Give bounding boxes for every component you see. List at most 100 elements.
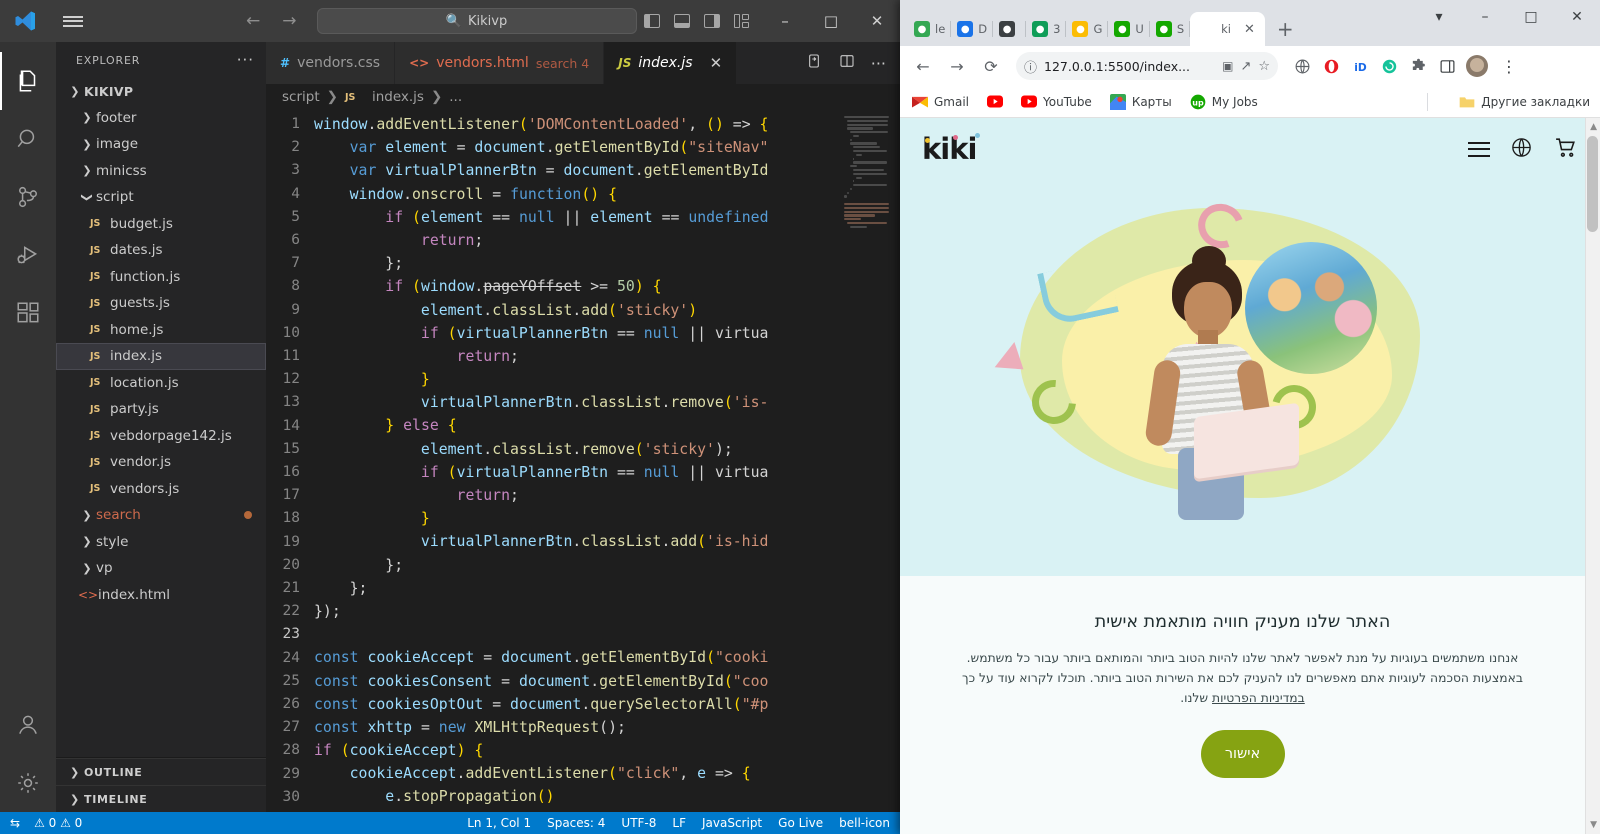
- split-editor-icon[interactable]: [807, 53, 823, 73]
- tree-item-search[interactable]: ❯ search: [56, 502, 266, 529]
- breadcrumb-item-file[interactable]: index.js: [372, 89, 424, 105]
- status-item[interactable]: bell-icon: [839, 816, 890, 830]
- cookie-accept-button[interactable]: אישור: [1200, 730, 1285, 778]
- tree-item-image[interactable]: ❯ image: [56, 131, 266, 158]
- kiki-logo[interactable]: kiki: [922, 132, 980, 166]
- new-tab-button[interactable]: +: [1277, 17, 1294, 41]
- bookmark-other-folder[interactable]: Другие закладки: [1459, 94, 1590, 110]
- activity-settings-gear-icon[interactable]: [0, 754, 56, 812]
- vscode-minimize-button[interactable]: –: [762, 0, 808, 42]
- browser-minimize-button[interactable]: –: [1462, 0, 1508, 34]
- tree-item-footer[interactable]: ❯ footer: [56, 105, 266, 132]
- vscode-menu-button[interactable]: [50, 13, 96, 29]
- browser-back-button[interactable]: ←: [908, 51, 938, 81]
- explorer-more-actions-icon[interactable]: ···: [237, 51, 254, 69]
- editor-tab-vendors-css[interactable]: # vendors.css: [266, 42, 396, 84]
- split-editor-right-icon[interactable]: [839, 53, 855, 73]
- browser-tab-1[interactable]: ● D: [951, 12, 994, 46]
- breadcrumb[interactable]: script ❯ JS index.js ❯ ...: [266, 84, 900, 110]
- vscode-back-button[interactable]: ←: [246, 11, 260, 31]
- browser-tab-6[interactable]: ● S: [1150, 12, 1191, 46]
- activity-source-control-icon[interactable]: [0, 168, 56, 226]
- cart-icon[interactable]: [1553, 135, 1578, 164]
- browser-close-button[interactable]: ✕: [1554, 0, 1600, 34]
- status-item[interactable]: UTF-8: [621, 816, 656, 830]
- editor-tab-index-js[interactable]: JS index.js ✕: [604, 42, 738, 84]
- more-actions-icon[interactable]: ···: [871, 54, 886, 73]
- browser-maximize-button[interactable]: □: [1508, 0, 1554, 34]
- tree-item-index-js[interactable]: JS index.js: [56, 343, 266, 370]
- status-item[interactable]: Go Live: [778, 816, 823, 830]
- tree-item-script[interactable]: ❯ script: [56, 184, 266, 211]
- browser-tab-5[interactable]: ● U: [1108, 12, 1150, 46]
- tree-item-dates-js[interactable]: JS dates.js: [56, 237, 266, 264]
- breadcrumb-item-folder[interactable]: script: [282, 89, 320, 105]
- puzzle-icon[interactable]: [1408, 56, 1428, 76]
- globe-extension-icon[interactable]: [1292, 56, 1312, 76]
- chrome-menu-kebab-icon[interactable]: ⋮: [1497, 57, 1521, 76]
- sidebar-section-outline[interactable]: ❯ OUTLINE: [56, 758, 266, 785]
- tree-item-index-html[interactable]: <> index.html: [56, 582, 266, 609]
- tree-item-function-js[interactable]: JS function.js: [56, 264, 266, 291]
- browser-tab-2[interactable]: ●: [993, 12, 1027, 46]
- browser-tab-4[interactable]: ● G: [1066, 12, 1109, 46]
- activity-extensions-icon[interactable]: [0, 284, 56, 342]
- toggle-primary-sidebar-icon[interactable]: [644, 14, 660, 28]
- globe-icon[interactable]: [1510, 136, 1533, 163]
- scroll-down-arrow-icon[interactable]: ▼: [1590, 820, 1597, 830]
- id-extension-icon[interactable]: iD: [1350, 56, 1370, 76]
- remote-host-icon[interactable]: ⇆: [10, 816, 20, 830]
- activity-search-icon[interactable]: [0, 110, 56, 168]
- bookmark-gmail[interactable]: Gmail: [912, 94, 969, 110]
- file-tree[interactable]: ❯ KIKIVP ❯ footer ❯ image ❯ minicss ❯ script JS bud…: [56, 78, 266, 757]
- browser-tab-3[interactable]: ● 3: [1026, 12, 1067, 46]
- tab-search-chevron-icon[interactable]: ▾: [1416, 0, 1462, 34]
- toggle-panel-icon[interactable]: [674, 14, 690, 28]
- bookmarks-bar[interactable]: Gmail YouTube Карты up My Jobs Другие закладк…: [900, 86, 1600, 118]
- tree-item-guests-js[interactable]: JS guests.js: [56, 290, 266, 317]
- status-item[interactable]: JavaScript: [702, 816, 762, 830]
- editor-tab-vendors-html[interactable]: <> vendors.html search 4: [395, 42, 605, 84]
- tree-item-location-js[interactable]: JS location.js: [56, 370, 266, 397]
- code-content[interactable]: window.addEventListener('DOMContentLoade…: [314, 110, 840, 812]
- menu-icon[interactable]: [1468, 137, 1490, 161]
- activity-run-debug-icon[interactable]: [0, 226, 56, 284]
- info-circle-icon[interactable]: ⓘ: [1024, 57, 1037, 76]
- share-icon[interactable]: ↗: [1240, 59, 1251, 74]
- opera-extension-icon[interactable]: [1321, 56, 1341, 76]
- tree-item-vendors-js[interactable]: JS vendors.js: [56, 476, 266, 503]
- status-item[interactable]: Spaces: 4: [547, 816, 605, 830]
- editor-tabs[interactable]: # vendors.css <> vendors.html search 4 JS inde…: [266, 42, 900, 84]
- browser-forward-button[interactable]: →: [942, 51, 972, 81]
- scrollbar-thumb[interactable]: [1587, 136, 1598, 232]
- vscode-maximize-button[interactable]: □: [808, 0, 854, 42]
- bookmark-item-1[interactable]: [987, 94, 1004, 110]
- address-bar[interactable]: ⓘ 127.0.0.1:5500/index... ▣ ↗ ☆: [1016, 52, 1278, 80]
- sidebar-section-timeline[interactable]: ❯ TIMELINE: [56, 785, 266, 812]
- tree-item-vp[interactable]: ❯ vp: [56, 555, 266, 582]
- close-icon[interactable]: ✕: [1244, 22, 1255, 37]
- privacy-policy-link[interactable]: במדיניות הפרטיות: [1212, 691, 1305, 705]
- vscode-status-bar[interactable]: ⇆ ⚠ 0 ⚠ 0 Ln 1, Col 1 Spaces: 4 UTF-8 LF Jav…: [0, 812, 900, 834]
- bookmark-star-icon[interactable]: ☆: [1258, 59, 1270, 74]
- toggle-secondary-sidebar-icon[interactable]: [704, 14, 720, 28]
- bookmark-карты[interactable]: Карты: [1109, 93, 1172, 110]
- problems-icon[interactable]: ⚠ 0 ⚠ 0: [34, 816, 82, 830]
- vscode-search-input[interactable]: 🔍 Kikivp: [316, 8, 637, 34]
- status-item[interactable]: LF: [672, 816, 686, 830]
- activity-accounts-icon[interactable]: [0, 696, 56, 754]
- page-scrollbar[interactable]: ▲ ▼: [1585, 118, 1600, 834]
- side-panel-icon[interactable]: [1437, 56, 1457, 76]
- activity-explorer-icon[interactable]: [0, 52, 56, 110]
- tree-item-minicss[interactable]: ❯ minicss: [56, 158, 266, 185]
- browser-tab-7[interactable]: ki ✕: [1190, 12, 1265, 46]
- web-page-viewport[interactable]: kiki האתר שלנו מעניק חוויה מותאמת אישית …: [900, 118, 1600, 834]
- customize-layout-icon[interactable]: [734, 14, 750, 28]
- breadcrumb-item-symbol[interactable]: ...: [449, 89, 462, 105]
- code-editor[interactable]: 1 2 3 4 5 6 7 8 9 10 11 12 13 14 15 16 17 18 19 20 21 22 23 24 2…: [266, 110, 900, 812]
- grammar-extension-icon[interactable]: [1379, 56, 1399, 76]
- status-item[interactable]: Ln 1, Col 1: [467, 816, 531, 830]
- vscode-forward-button[interactable]: →: [282, 11, 296, 31]
- editor-minimap[interactable]: [840, 110, 900, 812]
- tree-item-party-js[interactable]: JS party.js: [56, 396, 266, 423]
